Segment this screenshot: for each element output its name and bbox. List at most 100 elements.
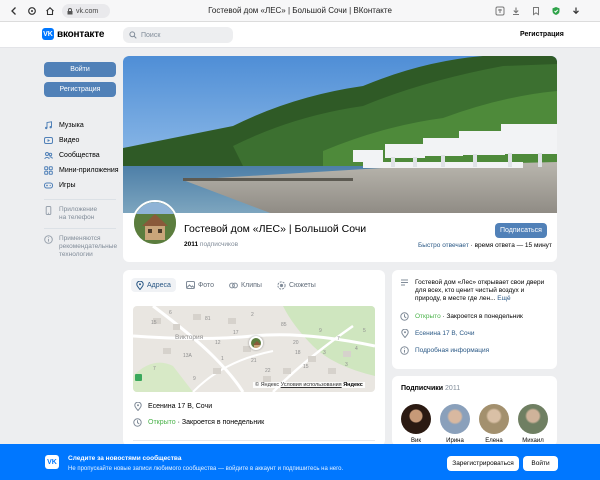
address-line[interactable]: Есенина 17 В, Сочи [133,402,212,411]
response-time: Быстро отвечает · время ответа — 15 мину… [418,242,552,249]
tab-label: Сюжеты [288,281,316,289]
content-tabs: Адреса Фото Клипы Сюжеты [131,278,321,292]
group-subscribers-label: подписчиков [199,241,239,248]
mobile-app-line2: на телефон [59,214,95,221]
stories-icon [277,280,286,290]
map-terms-link[interactable]: Условия использования [281,382,342,388]
group-avatar[interactable] [132,200,178,246]
location-icon [400,329,409,338]
bookmark-icon[interactable] [530,5,542,17]
details-link: Подробная информация [415,347,490,354]
nav-item-music[interactable]: Музыка [44,118,124,133]
map-house-number: 9 [319,328,322,334]
banner-text: Не пропускайте новые записи любимого соо… [68,466,344,472]
translate-icon[interactable] [494,5,506,17]
subscriber-item[interactable]: Вик [400,404,432,444]
back-arrow-icon[interactable] [8,5,20,17]
tab-clips[interactable]: Клипы [224,278,267,292]
map-house-number: 12 [215,340,221,346]
tab-addresses[interactable]: Адреса [131,278,176,292]
reload-icon[interactable] [26,5,38,17]
downloads-icon[interactable] [510,5,522,17]
description-line: Гостевой дом «Лес» открывает свои двери … [400,279,550,303]
tab-photo[interactable]: Фото [181,278,219,292]
recommendation-notice[interactable]: Применяются рекомендательные технологии [44,235,124,259]
login-button[interactable]: Войти [44,62,116,77]
nav-label: Музыка [59,122,84,129]
map-house-number: 13А [183,353,192,359]
hours-line: Открыто · Закроется в понедельник [133,418,264,427]
subscriber-item[interactable]: Ирина [439,404,471,444]
url-text: vk.com [76,7,99,15]
map-house-number: 15 [151,320,157,326]
nav-label: Сообщества [59,152,100,159]
map-house-number: 3 [345,362,348,368]
browser-page-title: Гостевой дом «ЛЕС» | Большой Сочи | ВКон… [208,6,392,15]
clock-icon [400,312,409,321]
download-arrow-icon[interactable] [570,5,582,17]
map-house-number: 4 [355,346,358,352]
subscribe-button[interactable]: Подписаться [495,223,547,238]
addresses-card: Адреса Фото Клипы Сюжеты Виктория 15 81 … [123,270,385,446]
banner-title: Следите за новостями сообщества [68,455,182,462]
map-scale-icon [135,374,142,381]
text-lines-icon [400,278,409,287]
rec-line1: Применяются [59,235,101,242]
nav-divider [44,199,116,200]
subscriber-avatar [479,404,509,434]
description-text: Гостевой дом «Лес» открывает свои двери … [415,279,545,302]
nav-item-video[interactable]: Видео [44,133,124,148]
details-line[interactable]: Подробная информация [400,346,490,355]
search-icon [129,31,137,39]
header-register-link[interactable]: Регистрация [520,31,564,38]
shield-icon[interactable] [550,5,562,17]
nav-item-mini-apps[interactable]: Мини-приложения [44,163,124,178]
group-subscribers[interactable]: 2011 подписчиков [184,241,238,248]
subscribers-list: Вик Ирина Елена Михаил [400,404,549,444]
nav-item-mobile-app[interactable]: Приложение на телефон [44,206,124,222]
more-link[interactable]: Ещё [497,295,510,302]
nav-divider [44,228,116,229]
vk-logo[interactable]: VK вконтакте [42,28,104,40]
card-divider [133,440,375,441]
map-credits: © Яндекс Условия использования Яндекс [253,382,365,388]
search-input[interactable] [141,31,221,39]
register-button[interactable]: Регистрация [44,82,116,97]
map-house-number: 20 [293,340,299,346]
address-bar[interactable]: vk.com [62,4,110,18]
mini-apps-icon [44,166,53,175]
location-icon [136,280,144,290]
tab-label: Адреса [147,281,171,289]
nav-label: Мини-приложения [59,167,119,174]
map-house-number: 81 [205,316,211,322]
phone-icon [44,206,53,222]
search-box[interactable] [123,27,233,43]
nav-item-games[interactable]: Игры [44,178,124,193]
nav-item-communities[interactable]: Сообщества [44,148,124,163]
map-house-number: 1 [221,356,224,362]
tab-stories[interactable]: Сюжеты [272,278,321,292]
tab-label: Фото [197,281,215,289]
banner-login-button[interactable]: Войти [523,456,558,471]
map-house-number: 21 [251,358,257,364]
banner-register-button[interactable]: Зарегистрироваться [447,456,519,471]
about-address-line[interactable]: Есенина 17 В, Сочи [400,329,475,338]
subscriber-item[interactable]: Михаил [517,404,549,444]
nav-label: Видео [59,137,80,144]
subscriber-avatar [518,404,548,434]
home-icon[interactable] [44,5,56,17]
map-house-number: 17 [233,330,239,336]
subscribers-card: Подписчики 2011 Вик Ирина Елена Михаил [392,376,557,446]
info-icon [400,346,409,355]
subscribers-title-row[interactable]: Подписчики 2011 [401,385,460,392]
subscribers-title: Подписчики [401,385,444,392]
map-house-number: 9 [193,376,196,382]
map-marker[interactable] [249,336,263,350]
map-place-label: Виктория [175,334,204,341]
subscriber-item[interactable]: Елена [478,404,510,444]
clips-icon [229,282,238,288]
map[interactable]: Виктория 15 81 13А 1 17 20 18 85 9 7 4 3… [133,306,375,392]
cover-photo [123,56,557,214]
open-status: Открыто [415,313,441,320]
yandex-logo: Яндекс [343,382,363,388]
